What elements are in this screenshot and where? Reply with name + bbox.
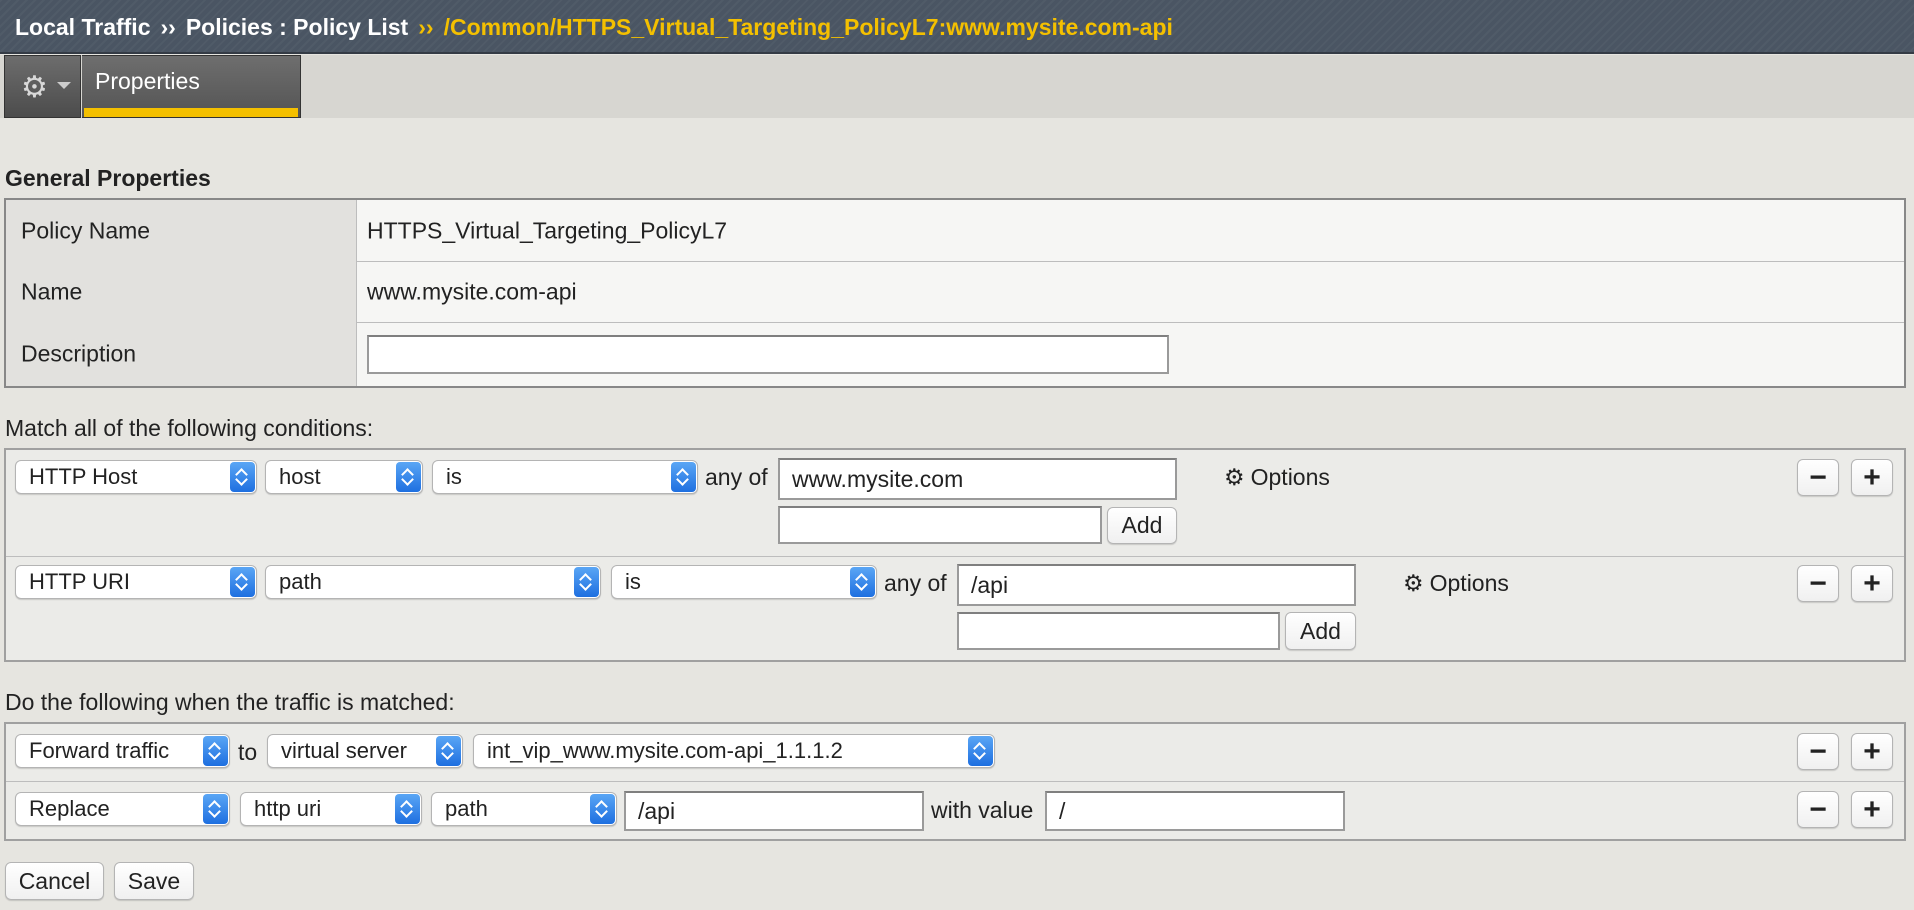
description-label: Description [21,340,137,367]
breadcrumb-separator: ›› [160,14,176,40]
add-value-button[interactable]: Add [1107,507,1177,544]
general-properties-title: General Properties [5,165,211,191]
condition-operator-select[interactable]: is [432,460,698,494]
remove-row-button[interactable]: − [1797,459,1839,496]
tab-properties[interactable]: Properties [82,55,301,118]
save-button[interactable]: Save [114,862,194,900]
with-value-input[interactable]: / [1045,791,1345,831]
actions-heading: Do the following when the traffic is mat… [5,689,455,715]
description-input[interactable] [367,335,1169,374]
gear-icon: ⚙ [1224,464,1245,490]
select-arrow-icon [968,736,993,766]
policy-name-row: Policy Name HTTPS_Virtual_Targeting_Poli… [6,200,1904,262]
name-label: Name [21,278,83,304]
select-arrow-icon [230,462,255,492]
condition-new-value-input[interactable] [957,612,1280,650]
add-row-button[interactable]: + [1851,565,1893,602]
action-type-select[interactable]: Replace [15,792,230,826]
select-arrow-icon [590,794,615,824]
settings-menu-button[interactable]: ⚙ [4,55,81,118]
replace-value-input[interactable]: /api [624,791,924,831]
condition-value-field[interactable]: www.mysite.com [778,458,1177,500]
name-value: www.mysite.com-api [367,278,577,304]
select-arrow-icon [203,736,228,766]
add-row-button[interactable]: + [1851,791,1893,828]
gear-icon: ⚙ [21,71,48,104]
remove-row-button[interactable]: − [1797,565,1839,602]
add-value-button[interactable]: Add [1285,612,1356,650]
select-arrow-icon [850,567,875,597]
virtual-server-select[interactable]: int_vip_www.mysite.com-api_1.1.1.2 [473,734,995,768]
action-field-select[interactable]: path [431,792,617,826]
action-target-select[interactable]: virtual server [267,734,463,768]
condition-value-field[interactable]: /api [957,564,1356,606]
add-row-button[interactable]: + [1851,733,1893,770]
with-value-label: with value [931,797,1034,823]
select-arrow-icon [574,567,599,597]
to-label: to [238,739,258,765]
chevron-down-icon [57,82,71,89]
condition-attribute-select[interactable]: path [265,565,601,599]
select-arrow-icon [436,736,461,766]
condition-type-select[interactable]: HTTP URI [15,565,257,599]
action-type-select[interactable]: Forward traffic [15,734,230,768]
options-button[interactable]: ⚙ Options [1224,464,1330,491]
breadcrumb-separator: ›› [418,14,434,40]
row-divider [6,556,1904,557]
select-arrow-icon [396,462,421,492]
condition-attribute-select[interactable]: host [265,460,423,494]
policy-name-value: HTTPS_Virtual_Targeting_PolicyL7 [367,217,728,243]
active-tab-indicator [84,108,298,117]
gear-icon: ⚙ [1403,570,1424,596]
breadcrumb-policy-list[interactable]: Policies : Policy List [186,14,408,40]
cancel-button[interactable]: Cancel [5,862,104,900]
conditions-heading: Match all of the following conditions: [5,415,374,441]
condition-new-value-input[interactable] [778,506,1102,544]
select-arrow-icon [203,794,228,824]
condition-operator-select[interactable]: is [611,565,877,599]
select-arrow-icon [395,794,420,824]
row-divider [6,781,1904,782]
remove-row-button[interactable]: − [1797,733,1839,770]
general-properties-table: Policy Name HTTPS_Virtual_Targeting_Poli… [4,198,1906,388]
breadcrumb: Local Traffic ›› Policies : Policy List ›› /… [15,14,1173,41]
select-arrow-icon [671,462,696,492]
condition-type-select[interactable]: HTTP Host [15,460,257,494]
tab-properties-label: Properties [95,68,200,94]
select-arrow-icon [230,567,255,597]
breadcrumb-local-traffic[interactable]: Local Traffic [15,14,150,40]
remove-row-button[interactable]: − [1797,791,1839,828]
options-button[interactable]: ⚙ Options [1403,570,1509,597]
add-row-button[interactable]: + [1851,459,1893,496]
action-target-select[interactable]: http uri [240,792,422,826]
policy-name-label: Policy Name [21,217,151,243]
any-of-label: any of [884,570,947,596]
description-row: Description [6,322,1904,386]
name-row: Name www.mysite.com-api [6,261,1904,323]
breadcrumb-current: /Common/HTTPS_Virtual_Targeting_PolicyL7… [443,14,1173,40]
any-of-label: any of [705,464,768,490]
